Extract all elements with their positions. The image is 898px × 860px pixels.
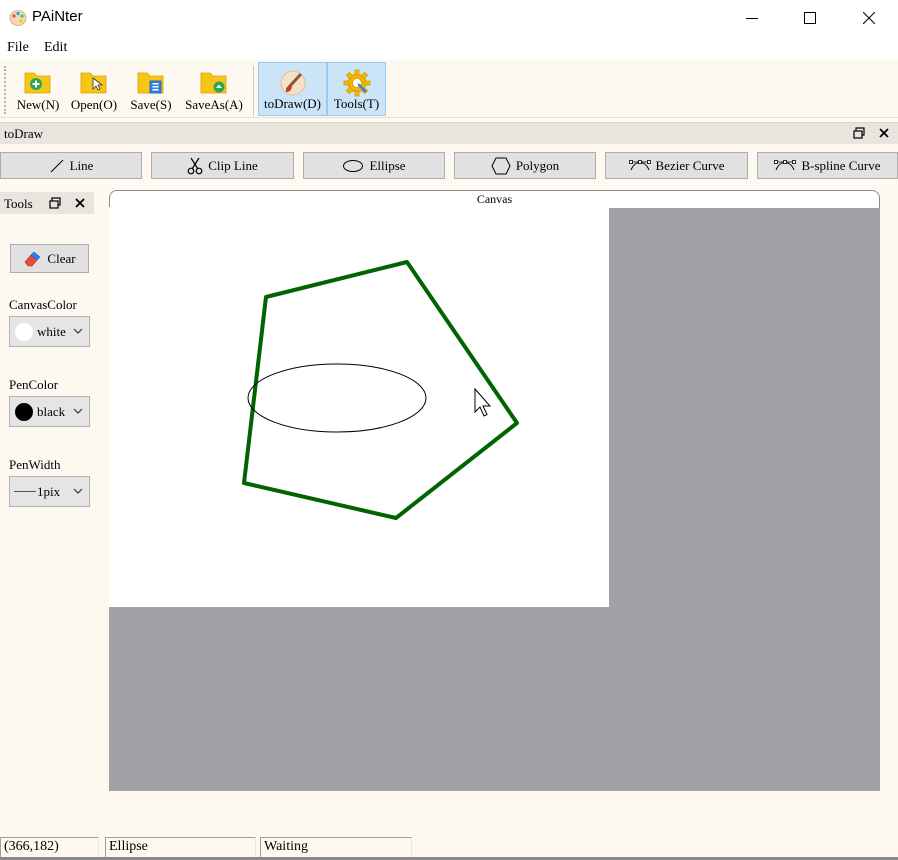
open-folder-icon: [80, 72, 107, 94]
pen-width-value: 1pix: [37, 484, 61, 499]
menu-file[interactable]: File: [7, 40, 29, 56]
window-title: PAiNter: [32, 8, 83, 25]
saveas-button[interactable]: SaveAs(A): [180, 62, 248, 116]
minimize-icon: [746, 18, 758, 19]
canvas-tab-label: Canvas: [476, 192, 513, 206]
maximize-icon: [804, 12, 816, 24]
main-toolbar: New(N) Open(O) Save(S) SaveAs(A) toDraw(…: [0, 60, 898, 118]
todraw-button-label: toDraw(D): [263, 96, 322, 111]
clear-button-label: Clear: [47, 250, 76, 266]
saveas-button-label: SaveAs(A): [185, 97, 243, 112]
open-button-label: Open(O): [70, 97, 118, 112]
pen-color-value: black: [37, 404, 66, 419]
bezier-curve-icon: [628, 159, 651, 170]
canvas-color-swatch: [15, 323, 33, 341]
paintbrush-icon: [280, 70, 305, 96]
status-tool: Ellipse: [105, 837, 256, 857]
chevron-down-icon: [73, 408, 83, 414]
float-icon[interactable]: [852, 126, 866, 140]
canvas-color-select[interactable]: white: [9, 316, 90, 347]
palette-icon: [9, 10, 27, 26]
status-coords: (366,182): [0, 837, 99, 857]
minimize-button[interactable]: [723, 0, 781, 36]
toolbar-separator: [253, 66, 254, 116]
todraw-dock-label: toDraw: [4, 126, 43, 141]
new-button-label: New(N): [16, 97, 60, 112]
canvas-color-label: CanvasColor: [9, 297, 77, 312]
line-button[interactable]: Line: [0, 152, 142, 179]
pen-color-label: PenColor: [9, 377, 59, 392]
status-state: Waiting: [260, 837, 412, 857]
hexagon-icon: [491, 157, 511, 174]
close-button[interactable]: [840, 0, 898, 36]
pen-color-swatch: [15, 403, 33, 421]
close-icon: [863, 12, 875, 24]
clear-button[interactable]: Clear: [10, 244, 89, 273]
menu-bar: File Edit: [0, 36, 898, 60]
canvas-tab[interactable]: Canvas: [109, 190, 880, 208]
eraser-icon: [25, 251, 41, 266]
dock-close-icon[interactable]: [877, 126, 891, 140]
tools-dock-label: Tools: [4, 196, 33, 211]
scissors-icon: [187, 157, 203, 174]
tools-button[interactable]: Tools(T): [327, 62, 386, 116]
polygon-button[interactable]: Polygon: [454, 152, 596, 179]
pen-width-select[interactable]: 1pix: [9, 476, 90, 507]
ellipse-button[interactable]: Ellipse: [303, 152, 445, 179]
open-button[interactable]: Open(O): [68, 62, 120, 116]
line-button-label: Line: [69, 157, 94, 173]
save-button[interactable]: Save(S): [126, 62, 176, 116]
bspline-curve-button-label: B-spline Curve: [801, 157, 881, 173]
tools-dock-title: Tools: [0, 192, 94, 214]
maximize-button[interactable]: [781, 0, 839, 36]
new-folder-icon: [24, 72, 51, 94]
gear-icon: [343, 69, 370, 97]
bezier-curve-button[interactable]: Bezier Curve: [605, 152, 748, 179]
pen-color-select[interactable]: black: [9, 396, 90, 427]
clip-line-button[interactable]: Clip Line: [151, 152, 294, 179]
drawn-ellipse: [247, 363, 427, 433]
ellipse-icon: [343, 159, 364, 172]
toolbar-grip[interactable]: [4, 66, 6, 114]
polygon-button-label: Polygon: [515, 157, 560, 173]
pen-width-swatch: [14, 491, 36, 492]
clip-line-button-label: Clip Line: [208, 157, 258, 173]
bezier-curve-button-label: Bezier Curve: [655, 157, 725, 173]
pen-width-label: PenWidth: [9, 457, 61, 472]
title-bar: PAiNter: [0, 0, 898, 36]
bspline-curve-button[interactable]: B-spline Curve: [757, 152, 898, 179]
saveas-folder-icon: [200, 72, 227, 94]
drawing-surface[interactable]: [109, 207, 609, 607]
ellipse-button-label: Ellipse: [369, 157, 406, 173]
canvas-color-value: white: [37, 324, 66, 339]
todraw-button[interactable]: toDraw(D): [258, 62, 327, 116]
menu-edit[interactable]: Edit: [44, 40, 67, 56]
chevron-down-icon: [73, 488, 83, 494]
todraw-dock-title: toDraw: [0, 122, 898, 144]
mouse-cursor-icon: [474, 387, 492, 417]
tools-close-icon[interactable]: [73, 196, 87, 210]
chevron-down-icon: [73, 328, 83, 334]
bspline-curve-icon: [774, 159, 797, 170]
new-button[interactable]: New(N): [12, 62, 64, 116]
float-icon[interactable]: [48, 196, 62, 210]
tools-button-label: Tools(T): [333, 96, 380, 111]
save-button-label: Save(S): [130, 97, 172, 112]
line-icon: [50, 159, 63, 172]
save-folder-icon: [137, 72, 164, 94]
